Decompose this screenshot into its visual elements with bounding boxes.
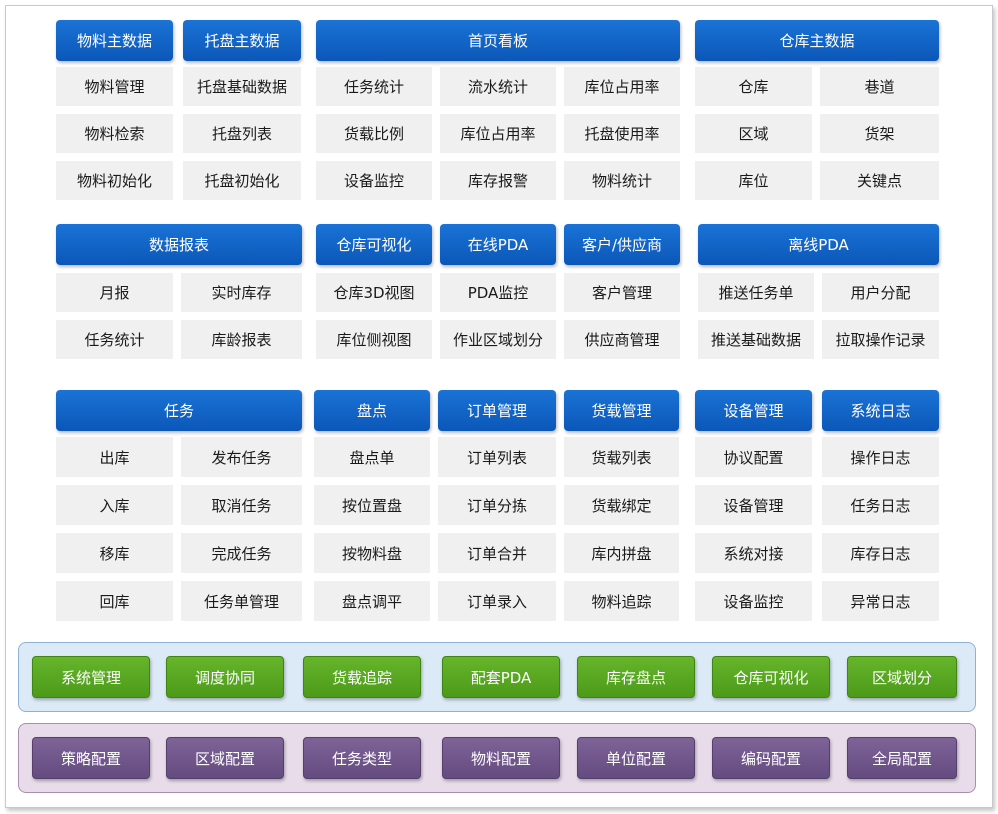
cell-push-basic-data: 推送基础数据 (698, 320, 814, 359)
cell-material-search: 物料检索 (56, 114, 173, 153)
cell-monthly-report: 月报 (56, 273, 173, 312)
config-strategy: 策略配置 (32, 737, 150, 779)
config-unit: 单位配置 (577, 737, 695, 779)
cell-pallet-list: 托盘列表 (183, 114, 301, 153)
cell-operation-log: 操作日志 (822, 437, 939, 477)
feature-system-management: 系统管理 (32, 656, 150, 698)
architecture-diagram: 物料主数据 托盘主数据 首页看板 仓库主数据 物料管理 物料检索 物料初始化 托… (0, 0, 998, 814)
feature-warehouse-visual: 仓库可视化 (712, 656, 830, 698)
cell-dashboard-task-stats: 任务统计 (316, 67, 432, 106)
cell-outbound: 出库 (56, 437, 173, 477)
cell-material-management: 物料管理 (56, 67, 173, 106)
cell-aisle: 巷道 (820, 67, 939, 106)
feature-dispatch-coordination: 调度协同 (166, 656, 284, 698)
cell-system-integration: 系统对接 (695, 533, 812, 573)
header-pallet-master: 托盘主数据 (183, 20, 301, 61)
config-task-type: 任务类型 (303, 737, 421, 779)
cell-pda-monitor: PDA监控 (440, 273, 556, 312)
cell-order-picking: 订单分拣 (438, 485, 556, 525)
cell-dashboard-flow-stats: 流水统计 (440, 67, 556, 106)
config-material: 物料配置 (442, 737, 560, 779)
cell-cancel-task: 取消任务 (181, 485, 302, 525)
cell-return-stock: 回库 (56, 581, 173, 621)
cell-stock-age-report: 库龄报表 (181, 320, 302, 359)
header-online-pda: 在线PDA (440, 224, 556, 265)
feature-cargo-tracking: 货载追踪 (303, 656, 421, 698)
cell-cargo-binding: 货载绑定 (564, 485, 679, 525)
header-device-management: 设备管理 (695, 390, 812, 431)
cell-inventory-adjust: 盘点调平 (314, 581, 430, 621)
cell-cargo-list: 货载列表 (564, 437, 679, 477)
cell-task-order-management: 任务单管理 (181, 581, 302, 621)
cell-protocol-config: 协议配置 (695, 437, 812, 477)
header-data-reports: 数据报表 (56, 224, 302, 265)
config-area: 区域配置 (166, 737, 284, 779)
header-material-master: 物料主数据 (56, 20, 173, 61)
cell-count-by-location: 按位置盘 (314, 485, 430, 525)
cell-pallet-init: 托盘初始化 (183, 161, 301, 200)
header-customer-supplier: 客户/供应商 (564, 224, 680, 265)
cell-dashboard-device-monitor: 设备监控 (316, 161, 432, 200)
cell-complete-task: 完成任务 (181, 533, 302, 573)
header-cargo-management: 货载管理 (564, 390, 679, 431)
cell-location-side-view: 库位侧视图 (316, 320, 432, 359)
cell-stock-log: 库存日志 (822, 533, 939, 573)
cell-realtime-stock: 实时库存 (181, 273, 302, 312)
header-warehouse-master: 仓库主数据 (695, 20, 939, 61)
cell-dashboard-material-stats: 物料统计 (564, 161, 680, 200)
cell-dashboard-location-occupancy: 库位占用率 (564, 67, 680, 106)
cell-pallet-basic-data: 托盘基础数据 (183, 67, 301, 106)
config-global: 全局配置 (847, 737, 957, 779)
cell-dashboard-cargo-ratio: 货载比例 (316, 114, 432, 153)
cell-order-entry: 订单录入 (438, 581, 556, 621)
cell-publish-task: 发布任务 (181, 437, 302, 477)
config-encoding: 编码配置 (712, 737, 830, 779)
cell-exception-log: 异常日志 (822, 581, 939, 621)
cell-location: 库位 (695, 161, 812, 200)
cell-work-area-division: 作业区域划分 (440, 320, 556, 359)
cell-inventory-sheet: 盘点单 (314, 437, 430, 477)
cell-pull-operation-records: 拉取操作记录 (822, 320, 939, 359)
cell-device-management: 设备管理 (695, 485, 812, 525)
header-inventory-check: 盘点 (314, 390, 430, 431)
cell-warehouse: 仓库 (695, 67, 812, 106)
feature-stock-count: 库存盘点 (577, 656, 695, 698)
feature-companion-pda: 配套PDA (442, 656, 560, 698)
cell-dashboard-pallet-usage: 托盘使用率 (564, 114, 680, 153)
cell-material-tracking: 物料追踪 (564, 581, 679, 621)
cell-dashboard-location-occupancy-2: 库位占用率 (440, 114, 556, 153)
header-home-dashboard: 首页看板 (316, 20, 680, 61)
cell-push-task-order: 推送任务单 (698, 273, 814, 312)
cell-customer-management: 客户管理 (564, 273, 680, 312)
cell-user-assignment: 用户分配 (822, 273, 939, 312)
cell-count-by-material: 按物料盘 (314, 533, 430, 573)
cell-order-list: 订单列表 (438, 437, 556, 477)
header-system-log: 系统日志 (822, 390, 939, 431)
header-warehouse-visual: 仓库可视化 (316, 224, 432, 265)
cell-task-log: 任务日志 (822, 485, 939, 525)
cell-area: 区域 (695, 114, 812, 153)
cell-material-init: 物料初始化 (56, 161, 173, 200)
cell-keypoint: 关键点 (820, 161, 939, 200)
header-offline-pda: 离线PDA (698, 224, 939, 265)
cell-in-warehouse-consolidation: 库内拼盘 (564, 533, 679, 573)
cell-shelf: 货架 (820, 114, 939, 153)
cell-device-monitor: 设备监控 (695, 581, 812, 621)
cell-dashboard-stock-alarm: 库存报警 (440, 161, 556, 200)
header-order-management: 订单管理 (438, 390, 556, 431)
cell-inbound: 入库 (56, 485, 173, 525)
feature-area-division: 区域划分 (847, 656, 957, 698)
header-task: 任务 (56, 390, 302, 431)
cell-transfer: 移库 (56, 533, 173, 573)
cell-supplier-management: 供应商管理 (564, 320, 680, 359)
cell-report-task-stats: 任务统计 (56, 320, 173, 359)
cell-order-merge: 订单合并 (438, 533, 556, 573)
cell-warehouse-3d-view: 仓库3D视图 (316, 273, 432, 312)
